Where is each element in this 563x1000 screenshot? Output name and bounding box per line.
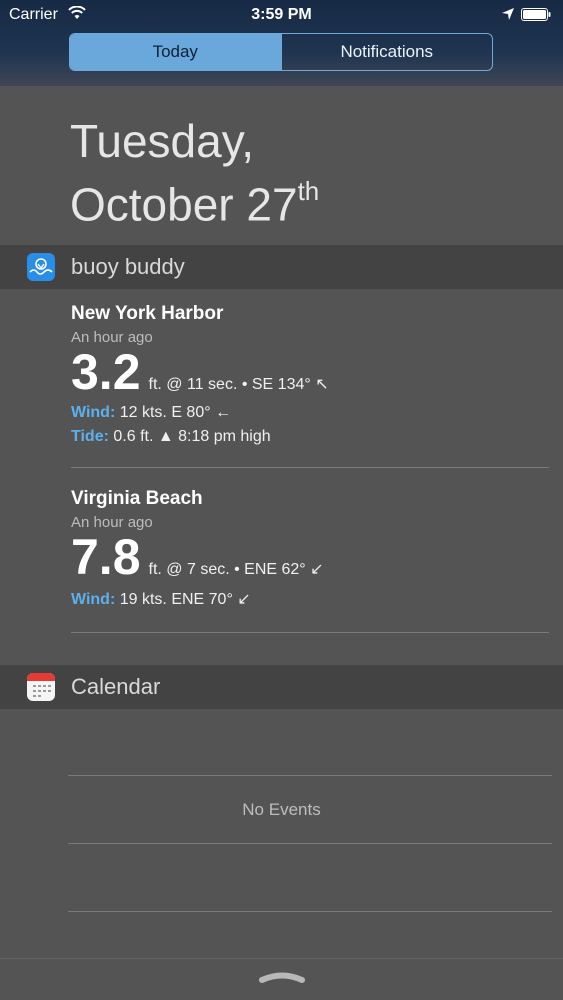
battery-icon — [521, 8, 551, 21]
wave-line: 7.8 ft. @ 7 sec. • ENE 62° ↙ — [71, 531, 549, 583]
update-time: An hour ago — [71, 329, 153, 346]
wave-line: 3.2 ft. @ 11 sec. • SE 134° ↖ — [71, 346, 549, 398]
pull-up-handle-icon[interactable] — [258, 970, 306, 984]
tab-notifications[interactable]: Notifications — [280, 34, 493, 70]
swell-details: ft. @ 7 sec. • ENE 62° ↙ — [148, 561, 324, 578]
wind-label: Wind: — [71, 591, 116, 608]
swell-details: ft. @ 11 sec. • SE 134° ↖ — [148, 376, 329, 393]
update-time: An hour ago — [71, 514, 153, 531]
buoy-entry-new-york-harbor[interactable]: New York Harbor An hour ago 3.2 ft. @ 11… — [71, 303, 549, 446]
location-arrow-icon — [502, 8, 514, 20]
no-events-text: No Events — [242, 800, 321, 819]
calendar-widget-header[interactable]: Calendar — [0, 665, 563, 709]
buoy-buddy-title: buoy buddy — [71, 254, 185, 279]
clock: 3:59 PM — [251, 6, 312, 23]
bottom-divider — [0, 958, 563, 959]
segmented-control: Today Notifications — [69, 33, 493, 71]
calendar-line — [68, 911, 552, 912]
weekday-label: Tuesday, — [70, 115, 255, 167]
wind-line: Wind: 12 kts. E 80° ← — [71, 404, 549, 422]
wind-line: Wind: 19 kts. ENE 70° ↙ — [71, 589, 549, 609]
tide-label: Tide: — [71, 428, 109, 445]
status-bar: Carrier 3:59 PM — [0, 0, 563, 30]
wind-value: 19 kts. ENE 70° ↙ — [119, 591, 251, 608]
wave-height: 7.8 — [71, 529, 141, 585]
day-suffix: th — [297, 176, 320, 206]
entry-divider — [71, 632, 549, 633]
tab-today[interactable]: Today — [70, 34, 281, 70]
calendar-icon — [27, 673, 55, 701]
month-day-label: October 27 — [70, 178, 298, 231]
calendar-line — [68, 775, 552, 776]
wind-label: Wind: — [71, 404, 116, 421]
date-heading: Tuesday, October 27th — [70, 114, 319, 231]
buoy-buddy-widget-header[interactable]: buoy buddy — [0, 245, 563, 289]
tide-value: 0.6 ft. ▲ 8:18 pm high — [113, 428, 271, 445]
calendar-title: Calendar — [71, 674, 161, 699]
buoy-buddy-icon — [27, 253, 55, 281]
wave-height: 3.2 — [71, 344, 141, 400]
location-name: New York Harbor — [71, 303, 224, 324]
buoy-entry-virginia-beach[interactable]: Virginia Beach An hour ago 7.8 ft. @ 7 s… — [71, 488, 549, 609]
calendar-line — [68, 843, 552, 844]
tide-line: Tide: 0.6 ft. ▲ 8:18 pm high — [71, 428, 549, 446]
wind-value: 12 kts. E 80° ← — [119, 404, 232, 421]
month-day-line: October 27th — [70, 168, 319, 231]
location-name: Virginia Beach — [71, 488, 203, 509]
entry-divider — [71, 467, 549, 468]
